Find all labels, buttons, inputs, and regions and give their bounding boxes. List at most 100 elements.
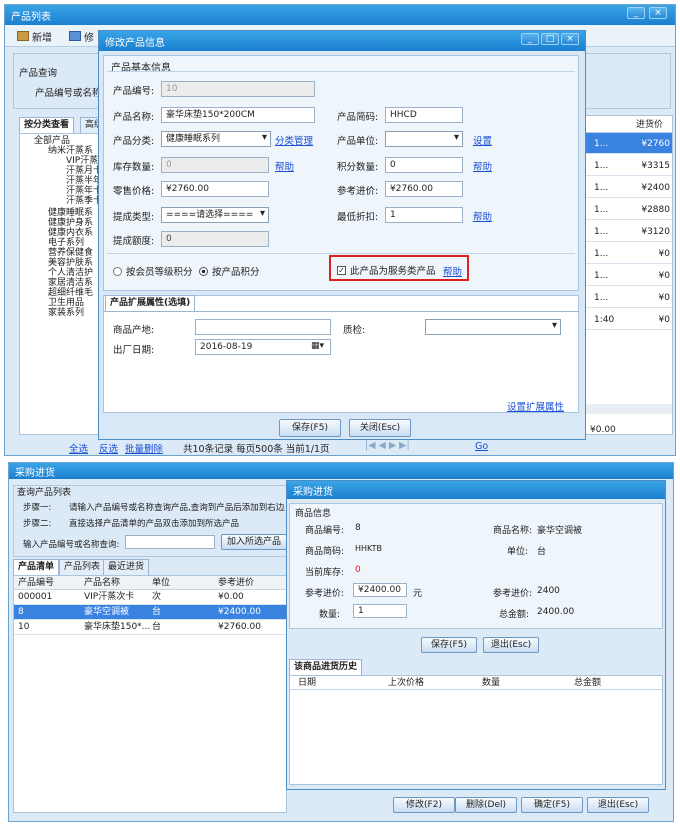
tree-item[interactable]: 家居清洁系 [48, 278, 93, 288]
delete-button[interactable]: 删除(Del) [455, 797, 517, 813]
save-button[interactable]: 保存(F5) [421, 637, 477, 653]
table-row[interactable]: 10 豪华床垫150*... 台 ¥2760.00 [14, 620, 286, 635]
tree-item[interactable]: 汗蒸季卡 [66, 196, 102, 206]
tree-item[interactable]: 个人清洁护 [48, 268, 93, 278]
origin-field[interactable] [195, 319, 331, 335]
commission-type-select[interactable]: ====请选择==== [161, 207, 269, 223]
tab-extension[interactable]: 产品扩展属性(选填) [105, 295, 196, 311]
tree-item[interactable]: 电子系列 [48, 238, 84, 248]
tree-item[interactable]: 营养保健食 [48, 248, 93, 258]
go-link[interactable]: Go [475, 441, 488, 452]
minimize-icon[interactable]: _ [627, 7, 645, 19]
table-row[interactable]: 1... ¥3315 [586, 155, 672, 176]
grid-scrollbar[interactable] [586, 404, 672, 414]
tree-item[interactable]: 汗蒸月卡 [66, 166, 102, 176]
exit-button[interactable]: 退出(Esc) [483, 637, 539, 653]
pager-nav-icon[interactable]: |◀ ◀ ▶ ▶| [365, 440, 410, 451]
table-row[interactable]: 1... ¥2400 [586, 177, 672, 198]
tab-product-list[interactable]: 产品列表 [59, 559, 106, 575]
tree-item[interactable]: 汗蒸年卡 [66, 186, 102, 196]
batch-delete-link[interactable]: 批量删除 [125, 441, 163, 455]
exit-button[interactable]: 退出(Esc) [587, 797, 649, 813]
minimize-icon[interactable]: _ [521, 33, 539, 45]
col-last-price: 上次价格 [388, 678, 425, 688]
tab-by-category[interactable]: 按分类查看 [19, 117, 75, 133]
tab-purchase-history[interactable]: 该商品进货历史 [289, 659, 363, 675]
tree-item[interactable]: 健康睡眠系 [48, 208, 93, 218]
service-help-link[interactable]: 帮助 [443, 264, 462, 278]
modify-button[interactable]: 修改(F2) [393, 797, 455, 813]
service-checkbox[interactable]: ✓ 此产品为服务类产品 [337, 263, 436, 277]
save-button[interactable]: 保存(F5) [279, 419, 341, 437]
tree-item[interactable]: 超细纤维毛 [48, 288, 93, 298]
table-row[interactable]: 000001 VIP汗蒸次卡 次 ¥0.00 [14, 590, 286, 605]
history-table: 日期 上次价格 数量 总金额 [289, 675, 663, 785]
retail-price-field[interactable]: ¥2760.00 [161, 181, 269, 197]
confirm-button[interactable]: 确定(F5) [521, 797, 583, 813]
row-cell: 豪华床垫150*... [84, 622, 151, 632]
edit-dialog-title: 修改产品信息 [105, 37, 165, 49]
ref-label: 参考进价: [493, 589, 533, 599]
unit-set-link[interactable]: 设置 [473, 133, 492, 147]
name-field[interactable]: 豪华床垫150*200CM [161, 107, 315, 123]
short-code-field[interactable]: HHCD [385, 107, 463, 123]
table-row[interactable]: 1... ¥2880 [586, 199, 672, 220]
unit-select[interactable] [385, 131, 463, 147]
code-field[interactable]: 10 [161, 81, 315, 97]
stock-field[interactable]: 0 [161, 157, 269, 173]
tab-recent-purchases[interactable]: 最近进货 [103, 559, 150, 575]
discount-help-link[interactable]: 帮助 [473, 209, 492, 223]
col-code: 产品编号 [18, 578, 55, 588]
tree-item[interactable]: 卫生用品 [48, 298, 84, 308]
product-info-panel [289, 503, 663, 629]
maximize-icon[interactable]: □ [541, 33, 559, 45]
tree-item[interactable]: 健康护身系 [48, 218, 93, 228]
search-input[interactable] [125, 535, 215, 549]
table-row[interactable]: 1... ¥0 [586, 287, 672, 308]
tree-item[interactable]: 全部产品 [34, 136, 70, 146]
radio-member-level[interactable]: 按会员等级积分 [113, 264, 193, 278]
step2-label: 步骤二: [23, 519, 52, 529]
table-row[interactable]: 1... ¥0 [586, 243, 672, 264]
ref-price-label: 参考进价: [337, 186, 379, 197]
category-select[interactable]: 健康睡眠系列 [161, 131, 271, 147]
close-button[interactable]: 关闭(Esc) [349, 419, 411, 437]
points-help-link[interactable]: 帮助 [473, 159, 492, 173]
table-row[interactable]: 1:40 ¥0 [586, 309, 672, 330]
radio-product-points[interactable]: 按产品积分 [199, 264, 260, 278]
commission-amount-field[interactable]: 0 [161, 231, 269, 247]
tab-product-inventory[interactable]: 产品清单 [13, 559, 60, 575]
tree-item[interactable]: 美容护肤系 [48, 258, 93, 268]
set-extension-link[interactable]: 设置扩展属性 [507, 399, 564, 413]
tree-item[interactable]: VIP汗蒸 [66, 156, 98, 166]
code-label: 商品编号: [305, 526, 345, 536]
row-cell: 1... [594, 161, 609, 171]
row-cell: 台 [152, 607, 162, 617]
category-manage-link[interactable]: 分类管理 [275, 133, 313, 147]
points-field[interactable]: 0 [385, 157, 463, 173]
tree-item[interactable]: 健康内衣系 [48, 228, 93, 238]
table-row[interactable]: 1... ¥3120 [586, 221, 672, 242]
add-button[interactable]: 新增 [17, 28, 52, 44]
tree-item[interactable]: 汗蒸半年 [66, 176, 102, 186]
stock-help-link[interactable]: 帮助 [275, 159, 294, 173]
table-row[interactable]: 1... ¥2760 [586, 133, 672, 154]
add-selected-button[interactable]: 加入所选产品 [221, 534, 287, 550]
select-all-link[interactable]: 全选 [69, 441, 88, 455]
invert-selection-link[interactable]: 反选 [99, 441, 118, 455]
ref-price-field[interactable]: ¥2760.00 [385, 181, 463, 197]
service-checkbox-label: 此产品为服务类产品 [350, 266, 436, 277]
table-row[interactable]: 8 豪华空调被 台 ¥2400.00 [14, 605, 286, 620]
close-icon[interactable]: × [561, 33, 579, 45]
edit-button[interactable]: 修 [69, 28, 94, 44]
table-row[interactable]: 1... ¥0 [586, 265, 672, 286]
tree-item[interactable]: 家装系列 [48, 308, 84, 318]
close-icon[interactable]: × [649, 7, 667, 19]
quality-select[interactable] [425, 319, 561, 335]
commission-amount-label: 提成额度: [113, 236, 155, 247]
tree-item[interactable]: 纳米汗蒸系 [48, 146, 93, 156]
calendar-icon[interactable]: ▦▾ [311, 341, 324, 351]
price-field[interactable]: ¥2400.00 [353, 583, 407, 597]
min-discount-field[interactable]: 1 [385, 207, 463, 223]
qty-field[interactable]: 1 [353, 604, 407, 618]
